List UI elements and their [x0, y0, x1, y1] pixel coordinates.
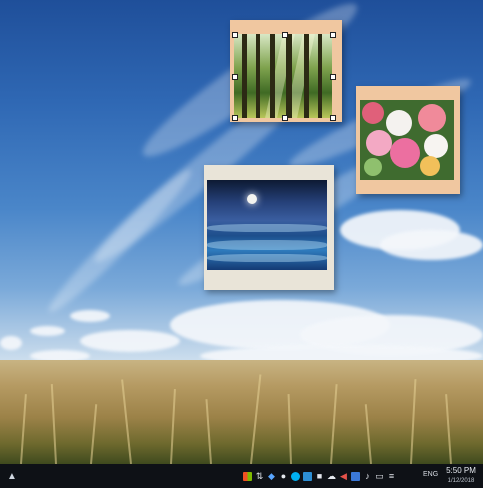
forest-photo [234, 34, 332, 118]
resize-handle-bottom[interactable] [282, 115, 288, 121]
notification-icon[interactable]: ▭ [375, 471, 384, 481]
clock[interactable]: 5:50 PM 1/12/2018 [443, 466, 479, 486]
app-icon[interactable]: ■ [315, 471, 324, 481]
windows-logo-icon[interactable] [243, 471, 252, 481]
clock-date: 1/12/2018 [447, 478, 475, 484]
screen-icon[interactable] [303, 471, 312, 481]
resize-handle-bottom-left[interactable] [232, 115, 238, 121]
resize-handle-top[interactable] [282, 32, 288, 38]
flowers-photo [360, 100, 454, 180]
grass-field [0, 360, 483, 464]
language-indicator[interactable]: ENG [423, 471, 438, 478]
resize-handle-left[interactable] [232, 74, 238, 80]
cloud-icon[interactable]: ☁ [327, 471, 336, 481]
network-icon[interactable]: ⇅ [255, 471, 264, 481]
resize-handle-top-left[interactable] [232, 32, 238, 38]
photo-widget-forest[interactable] [230, 20, 342, 122]
resize-handle-bottom-right[interactable] [330, 115, 336, 121]
photo-widget-sea[interactable] [204, 165, 334, 290]
sea-photo [207, 180, 327, 270]
desktop-background [0, 0, 483, 464]
sync-icon[interactable]: ◀ [339, 471, 348, 481]
wifi-icon[interactable]: ≡ [387, 471, 396, 481]
dropbox-icon[interactable]: ◆ [267, 471, 276, 481]
show-hidden-icons-icon[interactable]: ▲ [0, 464, 24, 488]
chat-icon[interactable]: ● [279, 471, 288, 481]
resize-handle-top-right[interactable] [330, 32, 336, 38]
system-tray: ⇅ ◆ ● ■ ☁ ◀ ♪ ▭ ≡ [243, 464, 396, 488]
skype-icon[interactable] [291, 471, 300, 481]
clock-time: 5:50 PM [446, 466, 476, 475]
volume-icon[interactable]: ♪ [363, 471, 372, 481]
photo-widget-flowers[interactable] [356, 86, 460, 194]
resize-handle-right[interactable] [330, 74, 336, 80]
taskbar: ▲ ⇅ ◆ ● ■ ☁ ◀ ♪ ▭ ≡ ENG 5:50 PM 1/12/201… [0, 464, 483, 488]
folder-icon[interactable] [351, 471, 360, 481]
